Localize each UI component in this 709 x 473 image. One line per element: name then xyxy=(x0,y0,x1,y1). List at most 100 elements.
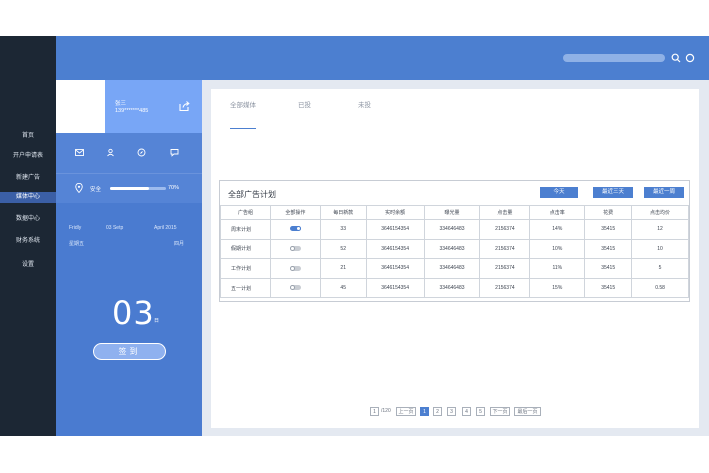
tab-all-media[interactable]: 全部媒体 xyxy=(230,99,256,109)
avatar[interactable] xyxy=(56,80,105,133)
table-row[interactable]: 周末计划 33 3646154354 334646483 2156374 14%… xyxy=(220,219,689,240)
range-3days-button[interactable]: 最近三天 xyxy=(593,187,633,198)
cell-impressions: 334646483 xyxy=(423,238,481,260)
plan-toggle-switch[interactable] xyxy=(289,226,301,232)
date-en: 03 Setp xyxy=(106,225,124,231)
pagination: 1 /120 上一页 1 2 3 4 5 下一页 最后一页 xyxy=(211,407,699,417)
col-cost: 花费 xyxy=(584,205,633,220)
weekday-en: Fridly xyxy=(69,225,82,231)
day-unit: 日 xyxy=(154,318,160,324)
nav-item-settings[interactable]: 设置 xyxy=(0,261,56,270)
cell-cost: 35415 xyxy=(584,238,633,260)
tab-undelivered[interactable]: 未投 xyxy=(358,99,371,109)
table-header-row: 广告组 全部操作 每日新款 实时余额 曝光量 点击量 点击率 花费 点击均价 xyxy=(220,205,689,220)
col-ad-group: 广告组 xyxy=(220,205,271,220)
cell-cost: 35415 xyxy=(584,258,633,279)
tab-delivered[interactable]: 已投 xyxy=(298,99,311,109)
prev-page-button[interactable]: 上一页 xyxy=(396,407,416,416)
range-today-button[interactable]: 今天 xyxy=(540,187,578,198)
next-page-button[interactable]: 下一页 xyxy=(490,407,510,416)
col-all-actions: 全部操作 xyxy=(269,205,321,220)
app-root: 首页 开户申请表 新建广告 媒体中心 数据中心 财务系统 设置 张三 139**… xyxy=(0,0,709,473)
mail-icon[interactable] xyxy=(75,148,84,157)
page-button-5[interactable]: 5 xyxy=(476,407,485,416)
page-button-3[interactable]: 3 xyxy=(447,407,456,416)
nav-item-data-center[interactable]: 数据中心 xyxy=(0,215,56,224)
plan-title: 全部广告计划 xyxy=(228,190,276,199)
cell-balance: 3646154354 xyxy=(365,238,425,260)
profile-panel: 张三 139*******485 安全 70% Fridly 03 Setp A… xyxy=(56,80,202,436)
quick-icons-row xyxy=(56,133,202,173)
cell-daily: 33 xyxy=(319,219,367,240)
col-balance: 实时余额 xyxy=(365,205,425,220)
page-button-4[interactable]: 4 xyxy=(462,407,471,416)
cell-name: 五一计划 xyxy=(220,277,271,299)
compass-icon[interactable] xyxy=(137,148,146,157)
cell-name: 工作计划 xyxy=(220,258,271,279)
safety-percent: 70% xyxy=(168,185,180,191)
month-year-en: April 2015 xyxy=(154,225,177,231)
col-daily-new: 每日新款 xyxy=(319,205,367,220)
search-input[interactable] xyxy=(563,54,665,62)
range-week-button[interactable]: 最近一周 xyxy=(644,187,684,198)
cell-impressions: 334646483 xyxy=(423,258,481,279)
table-row[interactable]: 工作计划 21 3646154354 334646483 2156374 11%… xyxy=(220,258,689,279)
cell-daily: 45 xyxy=(319,277,367,299)
weekday-cn: 星期五 xyxy=(69,241,85,247)
page-jump-box[interactable]: 1 xyxy=(370,407,379,416)
location-shield-icon xyxy=(75,183,83,193)
cell-clicks: 2156374 xyxy=(479,238,531,260)
safety-row: 安全 70% xyxy=(56,173,202,203)
user-circle-icon[interactable] xyxy=(685,53,695,63)
cell-balance: 3646154354 xyxy=(365,219,425,240)
col-ctr: 点击率 xyxy=(529,205,586,220)
top-header xyxy=(56,36,709,80)
nav-item-home[interactable]: 首页 xyxy=(0,132,56,141)
checkin-button[interactable]: 签到 xyxy=(93,343,166,360)
ad-plan-panel: 全部广告计划 今天 最近三天 最近一周 广告组 全部操作 每日新款 实时余额 曝… xyxy=(219,180,690,302)
page-button-1[interactable]: 1 xyxy=(420,407,429,416)
nav-item-finance[interactable]: 财务系统 xyxy=(0,237,56,246)
col-clicks: 点击量 xyxy=(479,205,531,220)
nav-item-media-center[interactable]: 媒体中心 xyxy=(0,192,56,203)
plan-toggle-switch[interactable] xyxy=(289,265,301,271)
cell-toggle xyxy=(269,238,321,260)
safety-label: 安全 xyxy=(90,187,102,193)
cell-impressions: 334646483 xyxy=(423,277,481,299)
cell-balance: 3646154354 xyxy=(365,258,425,279)
cell-cost: 35415 xyxy=(584,219,633,240)
user-icon[interactable] xyxy=(106,148,115,157)
plan-toggle-switch[interactable] xyxy=(289,285,301,291)
cell-daily: 52 xyxy=(319,238,367,260)
cell-ctr: 10% xyxy=(529,238,586,260)
cell-ctr: 14% xyxy=(529,219,586,240)
table-row[interactable]: 假期计划 52 3646154354 334646483 2156374 10%… xyxy=(220,238,689,260)
cell-ctr: 11% xyxy=(529,258,586,279)
page-button-2[interactable]: 2 xyxy=(433,407,442,416)
ad-plan-table: 广告组 全部操作 每日新款 实时余额 曝光量 点击量 点击率 花费 点击均价 周… xyxy=(220,205,689,299)
last-page-button[interactable]: 最后一页 xyxy=(514,407,541,416)
cell-toggle xyxy=(269,277,321,299)
calendar-widget: Fridly 03 Setp April 2015 星期五 四月 03 日 xyxy=(56,203,202,436)
col-cpc: 点击均价 xyxy=(631,205,689,220)
safety-progress-bar xyxy=(110,187,166,190)
message-icon[interactable] xyxy=(170,148,179,157)
user-name: 张三 xyxy=(115,101,127,107)
main-panel: 全部媒体 已投 未投 全部广告计划 今天 最近三天 最近一周 广告组 全部操作 … xyxy=(211,89,699,428)
cell-cpc: 12 xyxy=(631,219,689,240)
user-phone: 139*******485 xyxy=(115,108,149,114)
share-icon[interactable] xyxy=(178,100,190,112)
cell-toggle xyxy=(269,219,321,240)
cell-clicks: 2156374 xyxy=(479,277,531,299)
cell-cpc: 5 xyxy=(631,258,689,279)
cell-clicks: 2156374 xyxy=(479,219,531,240)
nav-item-new-ad[interactable]: 新建广告 xyxy=(0,174,56,183)
search-icon[interactable] xyxy=(671,53,681,63)
cell-cpc: 10 xyxy=(631,238,689,260)
cell-name: 周末计划 xyxy=(220,219,271,240)
plan-toggle-switch[interactable] xyxy=(289,246,301,252)
safety-progress-fill xyxy=(110,187,150,190)
cell-daily: 21 xyxy=(319,258,367,279)
nav-item-account-application[interactable]: 开户申请表 xyxy=(0,152,56,161)
table-row[interactable]: 五一计划 45 3646154354 334646483 2156374 15%… xyxy=(220,277,689,299)
